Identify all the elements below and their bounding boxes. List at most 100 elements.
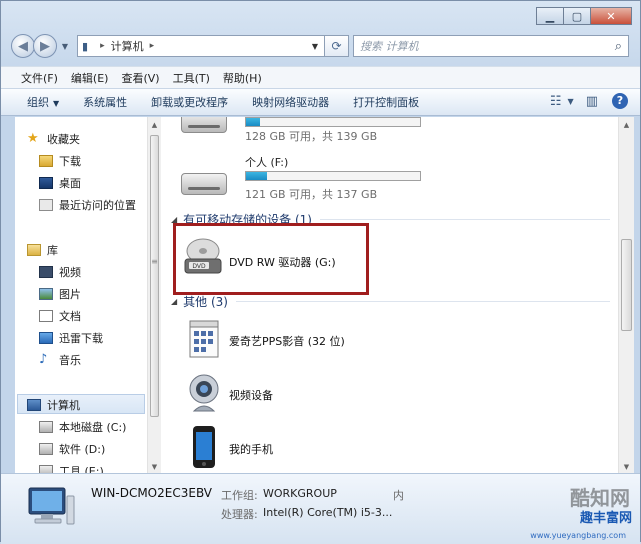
nav-favorites[interactable]: ★ 收藏夹 (27, 131, 80, 147)
breadcrumb-computer[interactable]: 计算机 (111, 38, 144, 54)
preview-pane-icon[interactable]: ▥ (586, 94, 598, 109)
memory-label: 内 (393, 489, 404, 502)
view-dropdown-icon[interactable]: ▼ (568, 97, 574, 106)
recent-pages-dropdown[interactable]: ▼ (59, 42, 71, 51)
phone-icon[interactable] (187, 425, 221, 468)
address-bar[interactable]: ▮ ▸ 计算机 ▸ ▼ (77, 35, 325, 57)
video-icon (39, 266, 53, 278)
nav-downloads[interactable]: 下载 (39, 153, 81, 169)
drive-name: 个人 (F:) (245, 156, 289, 169)
forward-button[interactable]: ▶ (33, 34, 57, 58)
scroll-down-arrow-icon[interactable]: ▼ (619, 463, 634, 471)
thunder-download-icon (39, 332, 53, 344)
watermark-url: www.yueyangbang.com (530, 531, 626, 540)
drive-icon (39, 465, 53, 473)
menu-edit[interactable]: 编辑(E) (71, 70, 109, 86)
drive-item-1[interactable]: 128 GB 可用，共 139 GB (177, 117, 437, 147)
computer-icon (27, 399, 41, 411)
search-placeholder: 搜索 计算机 (360, 40, 419, 53)
search-icon[interactable]: ⌕ (615, 39, 622, 54)
system-drive-icon (39, 421, 53, 433)
close-button[interactable]: ✕ (590, 7, 632, 25)
drive-capacity: 121 GB 可用，共 137 GB (245, 188, 378, 201)
nav-drive-c[interactable]: 本地磁盘 (C:) (39, 419, 126, 435)
nav-library-label: 库 (47, 244, 58, 257)
nav-drive-e[interactable]: 工具 (E:) (39, 463, 104, 473)
search-input[interactable]: 搜索 计算机 ⌕ (353, 35, 629, 57)
drive-item-f[interactable]: 个人 (F:) 121 GB 可用，共 137 GB (177, 153, 437, 203)
maximize-button[interactable]: ▢ (563, 7, 591, 25)
organize-label: 组织 (27, 96, 49, 109)
menu-bar: 文件(F) 编辑(E) 查看(V) 工具(T) 帮助(H) (1, 66, 640, 88)
nav-music[interactable]: ♪ 音乐 (39, 352, 81, 368)
refresh-button[interactable]: ⟳ (325, 35, 349, 57)
scroll-thumb[interactable] (150, 135, 159, 417)
explorer-window: ▁ ▢ ✕ ◀ ▶ ▼ ▮ ▸ 计算机 ▸ ▼ ⟳ 搜索 计算机 ⌕ 文件(F)… (0, 0, 641, 544)
library-icon (27, 244, 41, 256)
nav-favorites-label: 收藏夹 (47, 133, 80, 146)
desktop-icon (39, 177, 53, 189)
menu-tools[interactable]: 工具(T) (173, 70, 210, 86)
nav-videos[interactable]: 视频 (39, 264, 81, 280)
star-icon: ★ (27, 131, 39, 146)
workgroup-value: WORKGROUP (263, 487, 337, 500)
nav-desktop[interactable]: 桌面 (39, 175, 81, 191)
scroll-up-arrow-icon[interactable]: ▲ (148, 121, 161, 129)
nav-drive-d-label: 软件 (D:) (59, 443, 106, 456)
system-properties-button[interactable]: 系统属性 (83, 94, 127, 110)
drive-capacity: 128 GB 可用，共 139 GB (245, 130, 378, 143)
nav-recent-places[interactable]: 最近访问的位置 (39, 197, 136, 213)
change-view-icon[interactable]: ☷ (550, 94, 562, 109)
app-label[interactable]: 爱奇艺PPS影音 (32 位) (229, 333, 345, 349)
drive-usage-bar (245, 117, 421, 127)
drive-usage-bar (245, 171, 421, 181)
nav-documents-label: 文档 (59, 310, 81, 323)
scroll-up-arrow-icon[interactable]: ▲ (619, 121, 634, 129)
nav-recent-places-label: 最近访问的位置 (59, 199, 136, 212)
usage-fill (246, 172, 267, 180)
open-control-panel-button[interactable]: 打开控制面板 (353, 94, 419, 110)
nav-videos-label: 视频 (59, 266, 81, 279)
address-dropdown-icon[interactable]: ▼ (306, 42, 324, 51)
nav-drive-d[interactable]: 软件 (D:) (39, 441, 105, 457)
menu-file[interactable]: 文件(F) (21, 70, 58, 86)
watermark-site: 趣丰富网 (579, 511, 632, 526)
group-other[interactable]: ◢ 其他 (3) (171, 293, 610, 310)
webcam-label[interactable]: 视频设备 (229, 387, 273, 403)
scroll-thumb[interactable] (621, 239, 632, 331)
nav-pictures-label: 图片 (59, 288, 81, 301)
collapse-arrow-icon[interactable]: ◢ (171, 297, 177, 306)
app-icon[interactable] (187, 319, 221, 359)
uninstall-program-button[interactable]: 卸载或更改程序 (151, 94, 228, 110)
nav-library[interactable]: 库 (27, 242, 58, 258)
group-divider (235, 301, 610, 302)
organize-button[interactable]: 组织 ▼ (27, 94, 59, 110)
scroll-down-arrow-icon[interactable]: ▼ (148, 463, 161, 471)
command-bar: 组织 ▼ 系统属性 卸载或更改程序 映射网络驱动器 打开控制面板 ☷ ▼ ▥ ? (1, 88, 640, 116)
usage-fill (246, 118, 260, 126)
phone-label[interactable]: 我的手机 (229, 441, 273, 457)
map-network-drive-button[interactable]: 映射网络驱动器 (252, 94, 329, 110)
webcam-icon[interactable] (187, 373, 221, 413)
dvd-highlight-box (173, 223, 369, 295)
computer-large-icon (27, 486, 75, 528)
chevron-right-icon[interactable]: ▸ (150, 41, 155, 51)
help-icon[interactable]: ? (612, 93, 628, 109)
content-scrollbar[interactable]: ▲ ▼ (618, 117, 634, 473)
back-button[interactable]: ◀ (11, 34, 35, 58)
menu-help[interactable]: 帮助(H) (223, 70, 262, 86)
nav-pictures[interactable]: 图片 (39, 286, 81, 302)
chevron-right-icon[interactable]: ▸ (100, 41, 105, 51)
navigation-scrollbar[interactable]: ▲ ≡ ▼ (147, 117, 161, 473)
menu-view[interactable]: 查看(V) (121, 70, 159, 86)
nav-desktop-label: 桌面 (59, 177, 81, 190)
processor-label: 处理器: (221, 508, 258, 521)
drive-icon (39, 443, 53, 455)
nav-documents[interactable]: 文档 (39, 308, 81, 324)
hard-drive-icon (181, 173, 227, 195)
nav-computer[interactable]: 计算机 (27, 397, 80, 413)
minimize-button[interactable]: ▁ (536, 7, 564, 25)
workgroup-label: 工作组: (221, 489, 258, 502)
nav-thunder-downloads[interactable]: 迅雷下载 (39, 330, 103, 346)
download-folder-icon (39, 155, 53, 167)
